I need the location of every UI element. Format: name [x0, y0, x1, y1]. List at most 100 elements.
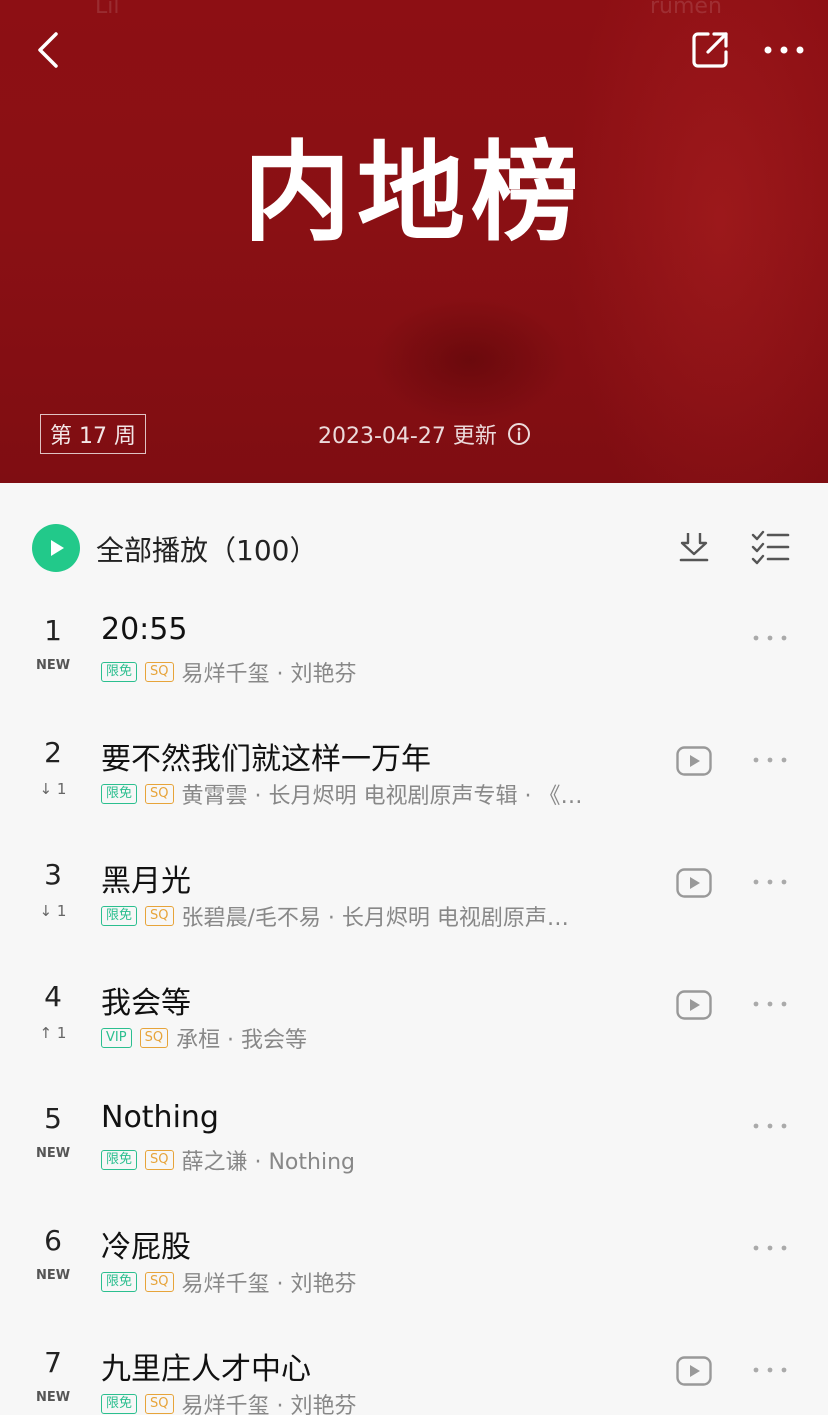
- song-row[interactable]: 1 NEW 20:55 限免 SQ 易烊千玺 · 刘艳芬: [0, 612, 828, 736]
- song-rank: 7: [44, 1346, 62, 1379]
- song-meta: VIP SQ 承桓 · 我会等: [101, 1022, 307, 1054]
- song-more-button[interactable]: [752, 872, 788, 892]
- song-meta: 限免 SQ 易烊千玺 · 刘艳芬: [101, 656, 356, 688]
- song-trend: NEW: [35, 1268, 71, 1283]
- song-title: 我会等: [101, 986, 191, 1021]
- week-badge: 第 17 周: [40, 414, 146, 454]
- song-tag-quality: SQ: [145, 662, 174, 682]
- song-rank: 5: [44, 1102, 62, 1135]
- more-icon: [753, 1245, 787, 1251]
- download-icon: [679, 533, 709, 562]
- mv-icon: [676, 868, 712, 898]
- song-artist-album: 薛之谦 · Nothing: [181, 1150, 356, 1175]
- more-icon: [753, 1123, 787, 1129]
- chart-banner: Lil rumen 内地榜 第 17 周 2023-04-27 更新: [0, 0, 828, 483]
- mv-button[interactable]: [676, 990, 712, 1020]
- song-tag-quality: SQ: [145, 1272, 174, 1292]
- song-tag-quality: SQ: [145, 784, 174, 804]
- mv-button[interactable]: [676, 746, 712, 776]
- more-icon: [753, 1367, 787, 1373]
- song-rank: 6: [44, 1224, 62, 1257]
- song-meta: 限免 SQ 薛之谦 · Nothing: [101, 1144, 355, 1176]
- share-icon: [692, 32, 728, 68]
- song-tag-primary: 限免: [101, 1272, 138, 1292]
- song-rank: 1: [44, 614, 62, 647]
- song-tag-quality: SQ: [145, 906, 174, 926]
- song-more-button[interactable]: [752, 1238, 788, 1258]
- song-title: Nothing: [101, 1100, 219, 1135]
- song-title: 黑月光: [101, 864, 191, 899]
- song-more-button[interactable]: [752, 750, 788, 770]
- song-more-button[interactable]: [752, 1360, 788, 1380]
- more-icon: [753, 879, 787, 885]
- more-icon: [753, 1001, 787, 1007]
- song-rank: 3: [44, 858, 62, 891]
- song-more-button[interactable]: [752, 628, 788, 648]
- song-title: 20:55: [101, 612, 188, 647]
- song-row[interactable]: 7 NEW 九里庄人才中心 限免 SQ 易烊千玺 · 刘艳芬: [0, 1346, 828, 1415]
- multiselect-icon: [751, 530, 790, 565]
- more-icon: [753, 635, 787, 641]
- song-row[interactable]: 2 ↓ 1 要不然我们就这样一万年 限免 SQ 黄霄雲 · 长月烬明 电视剧原声…: [0, 736, 828, 858]
- mv-icon: [676, 1356, 712, 1386]
- song-artist-album: 黄霄雲 · 长月烬明 电视剧原声专辑 · 《…: [181, 784, 583, 809]
- song-tag-primary: VIP: [101, 1028, 132, 1048]
- song-rank: 4: [44, 980, 62, 1013]
- song-tag-quality: SQ: [145, 1394, 174, 1414]
- song-artist-album: 易烊千玺 · 刘艳芬: [181, 1394, 357, 1415]
- song-meta: 限免 SQ 张碧晨/毛不易 · 长月烬明 电视剧原声…: [101, 900, 569, 932]
- update-date: 2023-04-27 更新: [318, 424, 497, 449]
- more-button[interactable]: [760, 30, 810, 70]
- song-tag-quality: SQ: [139, 1028, 169, 1048]
- back-icon: [38, 32, 58, 68]
- song-row[interactable]: 4 ↑ 1 我会等 VIP SQ 承桓 · 我会等: [0, 980, 828, 1102]
- chart-title: 内地榜: [242, 131, 585, 256]
- info-icon[interactable]: [507, 422, 531, 446]
- song-artist-album: 易烊千玺 · 刘艳芬: [181, 662, 357, 687]
- song-meta: 限免 SQ 黄霄雲 · 长月烬明 电视剧原声专辑 · 《…: [101, 778, 582, 810]
- more-icon: [753, 757, 787, 763]
- song-title: 九里庄人才中心: [101, 1352, 311, 1387]
- multiselect-button[interactable]: [750, 529, 790, 565]
- back-button[interactable]: [30, 28, 70, 72]
- song-artist-album: 承桓 · 我会等: [176, 1028, 308, 1053]
- mv-button[interactable]: [676, 868, 712, 898]
- banner-faint-text-left: Lil: [95, 0, 120, 19]
- song-more-button[interactable]: [752, 1116, 788, 1136]
- song-list-panel: 全部播放（100） 1 NEW 20:55 限免 SQ 易烊千玺 · 刘艳芬 2…: [0, 483, 828, 1415]
- play-all-button[interactable]: [32, 524, 80, 572]
- play-all-label[interactable]: 全部播放（100）: [96, 529, 317, 569]
- mv-icon: [676, 990, 712, 1020]
- song-title: 冷屁股: [101, 1230, 191, 1265]
- mv-icon: [676, 746, 712, 776]
- update-info: 2023-04-27 更新: [318, 418, 531, 450]
- song-row[interactable]: 6 NEW 冷屁股 限免 SQ 易烊千玺 · 刘艳芬: [0, 1224, 828, 1346]
- song-meta: 限免 SQ 易烊千玺 · 刘艳芬: [101, 1266, 356, 1298]
- song-row[interactable]: 3 ↓ 1 黑月光 限免 SQ 张碧晨/毛不易 · 长月烬明 电视剧原声…: [0, 858, 828, 980]
- song-trend: NEW: [35, 1146, 71, 1161]
- song-more-button[interactable]: [752, 994, 788, 1014]
- song-row[interactable]: 5 NEW Nothing 限免 SQ 薛之谦 · Nothing: [0, 1100, 828, 1224]
- song-trend: NEW: [35, 1390, 71, 1405]
- play-all-row: 全部播放（100）: [0, 483, 828, 611]
- song-tag-quality: SQ: [145, 1150, 174, 1170]
- song-trend: ↓ 1: [39, 902, 67, 920]
- song-trend: NEW: [35, 658, 71, 673]
- song-tag-primary: 限免: [101, 784, 138, 804]
- song-artist-album: 张碧晨/毛不易 · 长月烬明 电视剧原声…: [181, 906, 569, 931]
- song-rank: 2: [44, 736, 62, 769]
- song-tag-primary: 限免: [101, 1394, 138, 1414]
- share-button[interactable]: [688, 28, 732, 72]
- song-meta: 限免 SQ 易烊千玺 · 刘艳芬: [101, 1388, 356, 1415]
- song-tag-primary: 限免: [101, 1150, 138, 1170]
- song-artist-album: 易烊千玺 · 刘艳芬: [181, 1272, 357, 1297]
- play-icon: [51, 540, 64, 556]
- song-tag-primary: 限免: [101, 662, 138, 682]
- banner-faint-text-right: rumen: [650, 0, 722, 19]
- song-tag-primary: 限免: [101, 906, 138, 926]
- download-button[interactable]: [676, 529, 712, 565]
- song-trend: ↑ 1: [39, 1024, 67, 1042]
- mv-button[interactable]: [676, 1356, 712, 1386]
- song-trend: ↓ 1: [39, 780, 67, 798]
- song-title: 要不然我们就这样一万年: [101, 742, 431, 777]
